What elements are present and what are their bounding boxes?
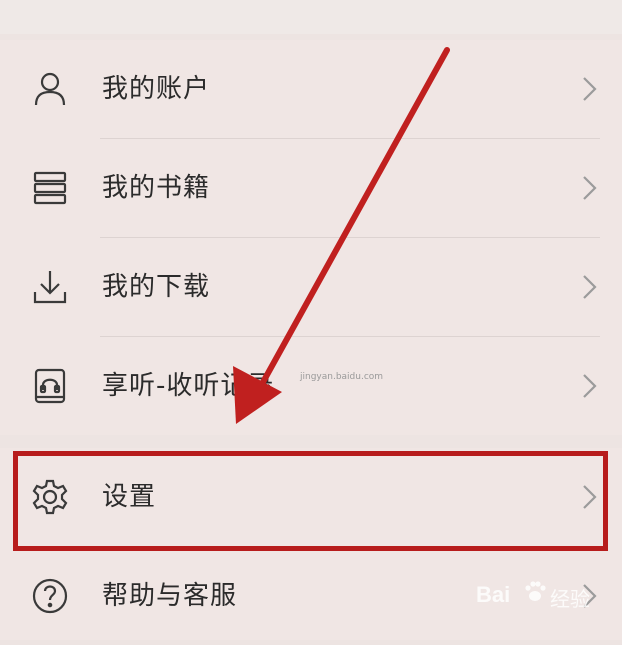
chevron-right-icon [578, 173, 600, 203]
menu-item-my-downloads[interactable]: 我的下载 [0, 238, 622, 336]
chevron-right-icon [578, 482, 600, 512]
menu-item-settings[interactable]: 设置 [0, 448, 622, 546]
menu-item-listening-history[interactable]: 享听-收听记录 [0, 337, 622, 435]
headphones-book-icon [30, 366, 70, 406]
user-icon [30, 69, 70, 109]
menu-group-settings: 设置 帮助与客服 [0, 448, 622, 640]
menu-item-label: 帮助与客服 [102, 581, 238, 611]
top-spacer [0, 0, 622, 34]
download-icon [30, 267, 70, 307]
help-icon [30, 576, 70, 616]
menu-item-my-books[interactable]: 我的书籍 [0, 139, 622, 237]
chevron-right-icon [578, 581, 600, 611]
gear-icon [30, 477, 70, 517]
menu-item-label: 享听-收听记录 [102, 371, 275, 401]
chevron-right-icon [578, 74, 600, 104]
menu-item-help-support[interactable]: 帮助与客服 [0, 547, 622, 645]
menu-group-main: 我的账户 我的书籍 我的下载 享听-收听记录 [0, 40, 622, 435]
chevron-right-icon [578, 371, 600, 401]
menu-item-label: 我的书籍 [102, 173, 211, 203]
books-icon [30, 168, 70, 208]
menu-item-label: 设置 [102, 482, 157, 512]
menu-item-my-account[interactable]: 我的账户 [0, 40, 622, 138]
menu-item-label: 我的账户 [102, 74, 211, 104]
menu-item-label: 我的下载 [102, 272, 211, 302]
chevron-right-icon [578, 272, 600, 302]
